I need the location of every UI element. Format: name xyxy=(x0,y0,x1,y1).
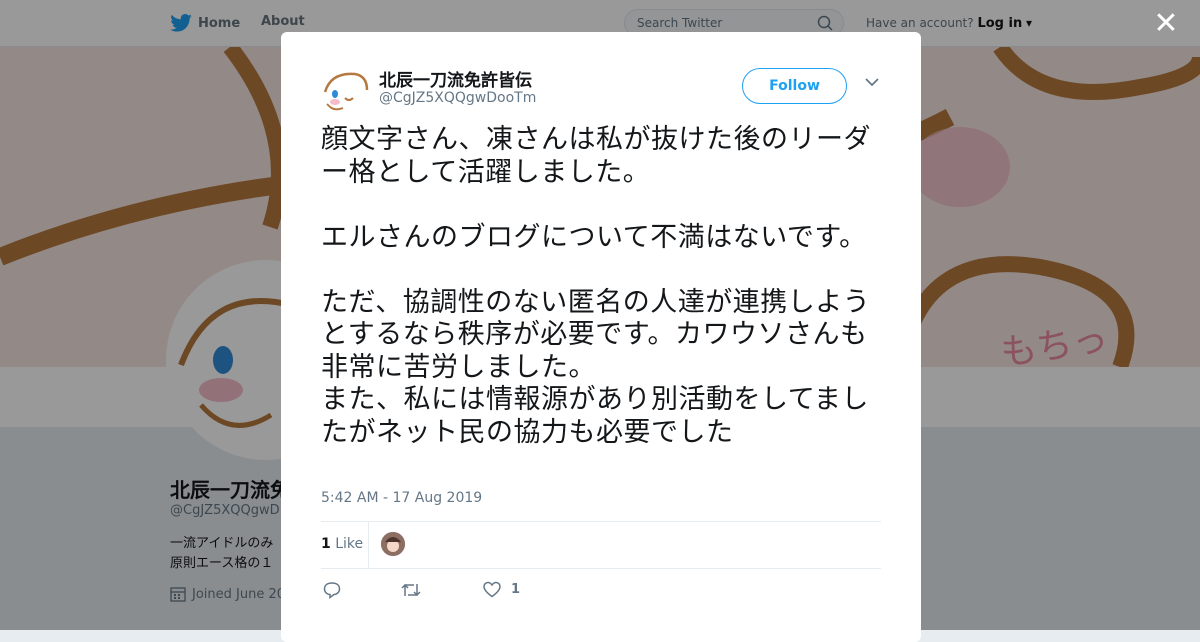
tweet-modal: 北辰一刀流免許皆伝 @CgJZ5XQQgwDooTm Follow 顔文字さん、… xyxy=(281,32,921,642)
likes-count: 1 xyxy=(321,536,331,552)
reply-icon xyxy=(323,582,341,599)
chevron-down-icon[interactable] xyxy=(863,76,881,88)
author-name[interactable]: 北辰一刀流免許皆伝 xyxy=(379,66,532,91)
divider xyxy=(368,522,369,568)
follow-button[interactable]: Follow xyxy=(742,68,847,104)
liker-avatar-image xyxy=(381,532,405,556)
divider xyxy=(321,568,881,569)
likes-label: Like xyxy=(335,536,364,552)
like-button[interactable]: 1 xyxy=(483,581,520,598)
retweet-button[interactable] xyxy=(401,581,421,599)
reply-button[interactable] xyxy=(323,581,341,599)
divider xyxy=(321,521,881,522)
close-icon[interactable]: ✕ xyxy=(1152,9,1180,39)
like-action-count: 1 xyxy=(511,582,521,597)
author-handle[interactable]: @CgJZ5XQQgwDooTm xyxy=(379,90,536,106)
tweet-timestamp[interactable]: 5:42 AM - 17 Aug 2019 xyxy=(321,490,482,506)
author-avatar-image xyxy=(321,64,371,114)
liker-avatar[interactable] xyxy=(381,532,405,556)
author-avatar[interactable] xyxy=(321,64,371,114)
tweet-text: 顔文字さん、凍さんは私が抜けた後のリーダー格として活躍しました。 エルさんのブロ… xyxy=(321,124,871,448)
likes-stat[interactable]: 1 Like xyxy=(321,536,363,552)
heart-icon xyxy=(483,581,501,598)
retweet-icon xyxy=(401,583,421,597)
